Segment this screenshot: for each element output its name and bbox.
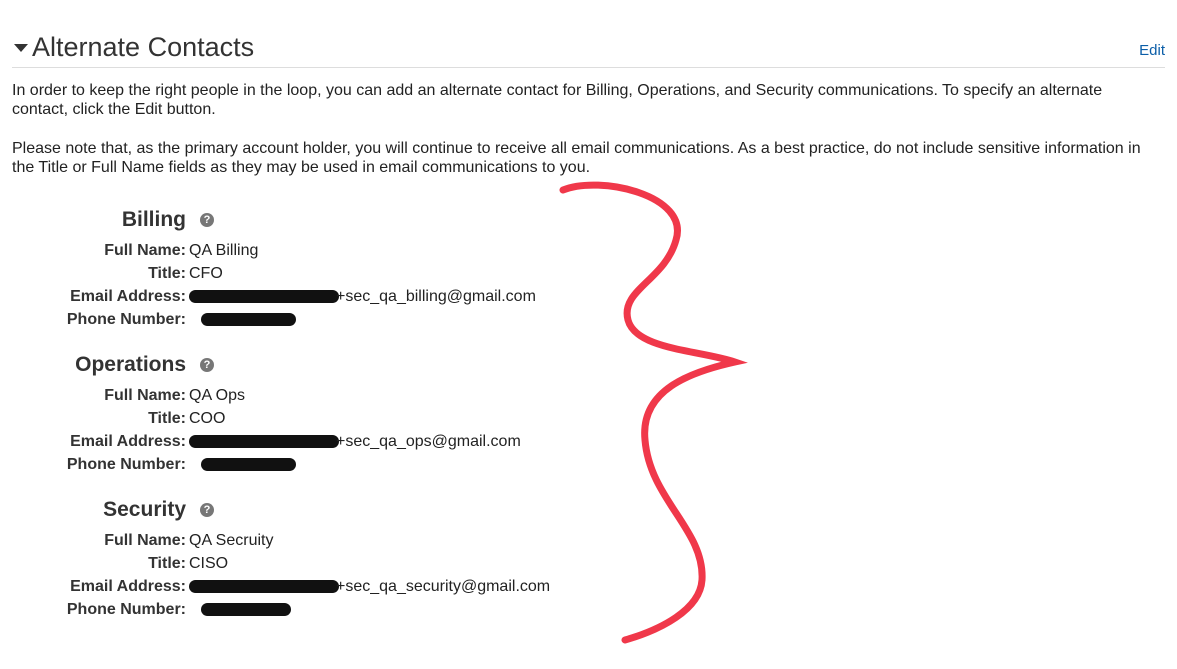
red-annotation-brace [559, 181, 748, 644]
